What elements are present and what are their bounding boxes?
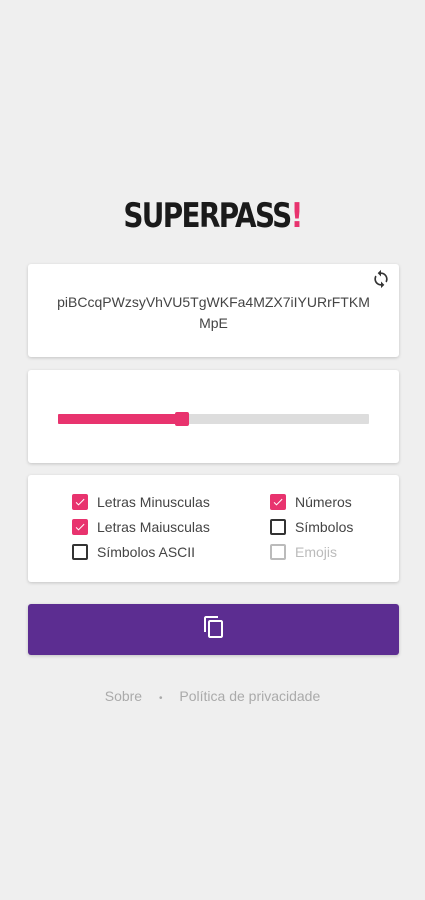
option-lowercase[interactable]: Letras Minusculas	[72, 494, 210, 510]
refresh-icon[interactable]	[371, 269, 391, 289]
copy-button[interactable]	[28, 604, 399, 655]
option-label: Símbolos	[295, 519, 354, 535]
generated-password[interactable]: piBCcqPWzsyVhVU5TgWKFa4MZX7iIYURrFTKMMpE	[56, 292, 371, 334]
option-label: Números	[295, 494, 352, 510]
copy-icon	[202, 615, 226, 644]
length-slider[interactable]	[58, 410, 369, 426]
checkbox[interactable]	[270, 544, 286, 560]
option-symbols[interactable]: Símbolos	[270, 519, 353, 535]
footer-separator: •	[158, 693, 163, 704]
length-card	[28, 370, 399, 463]
option-label: Letras Minusculas	[97, 494, 210, 510]
options-card: Letras Minusculas Números Letras Maiuscu…	[28, 475, 399, 582]
checkbox[interactable]	[72, 519, 88, 535]
option-label: Letras Maiusculas	[97, 519, 210, 535]
option-label: Símbolos ASCII	[97, 544, 196, 560]
app-logo: SUPERPASS!	[38, 196, 387, 236]
option-emojis[interactable]: Emojis	[270, 544, 337, 560]
password-card: piBCcqPWzsyVhVU5TgWKFa4MZX7iIYURrFTKMMpE	[28, 264, 399, 357]
privacy-link[interactable]: Política de privacidade	[179, 688, 320, 704]
option-label: Emojis	[295, 544, 338, 560]
slider-fill	[58, 414, 183, 424]
checkbox[interactable]	[72, 494, 88, 510]
checkbox[interactable]	[270, 519, 286, 535]
checkbox[interactable]	[72, 544, 88, 560]
option-uppercase[interactable]: Letras Maiusculas	[72, 519, 210, 535]
checkbox[interactable]	[270, 494, 286, 510]
option-ascii-symbols[interactable]: Símbolos ASCII	[72, 544, 195, 560]
slider-thumb[interactable]	[175, 412, 190, 426]
about-link[interactable]: Sobre	[105, 688, 142, 704]
option-numbers[interactable]: Números	[270, 494, 352, 510]
logo-accent: !	[290, 196, 304, 236]
logo-text: SUPERPASS	[123, 196, 292, 236]
footer: Sobre • Política de privacidade	[0, 688, 425, 704]
